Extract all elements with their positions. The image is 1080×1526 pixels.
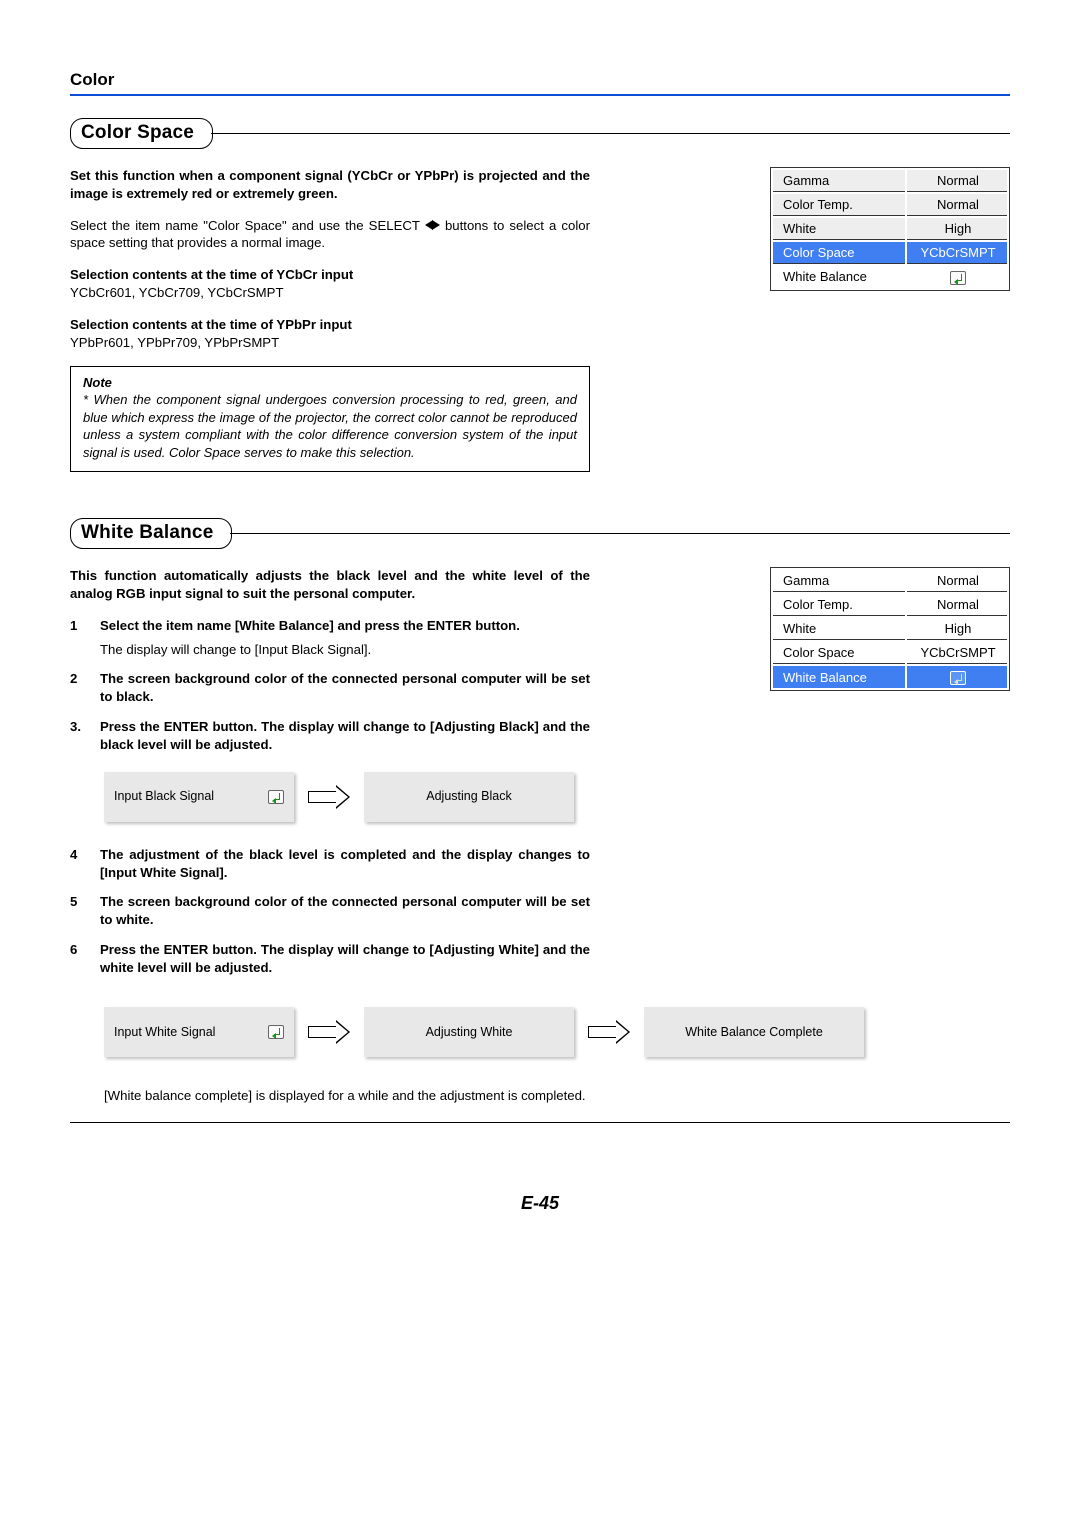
enter-icon	[950, 271, 966, 285]
adjusting-white-box: Adjusting White	[364, 1007, 574, 1057]
section-header-color-space: Color Space	[70, 118, 1010, 149]
menu-row: Color SpaceYCbCrSMPT	[773, 642, 1007, 664]
white-balance-complete-box: White Balance Complete	[644, 1007, 864, 1057]
section-line	[230, 533, 1010, 534]
section-header-white-balance: White Balance	[70, 518, 1010, 549]
intro-2: Select the item name "Color Space" and u…	[70, 217, 590, 253]
sel1-title: Selection contents at the time of YCbCr …	[70, 266, 590, 284]
menu-row: Color Temp.Normal	[773, 194, 1007, 216]
input-black-box: Input Black Signal	[104, 772, 294, 822]
menu-row: Color Temp.Normal	[773, 594, 1007, 616]
step-item: 4 The adjustment of the black level is c…	[70, 846, 590, 882]
closing-text: [White balance complete] is displayed fo…	[104, 1087, 664, 1105]
sel2-body: YPbPr601, YPbPr709, YPbPrSMPT	[70, 334, 590, 352]
note-box: Note * When the component signal undergo…	[70, 366, 590, 473]
step-item: 5 The screen background color of the con…	[70, 893, 590, 929]
menu-row: WhiteHigh	[773, 618, 1007, 640]
input-white-box: Input White Signal	[104, 1007, 294, 1057]
step-sub: The display will change to [Input Black …	[100, 641, 590, 659]
step-item: 3. Press the ENTER button. The display w…	[70, 718, 590, 754]
blue-divider	[70, 94, 1010, 96]
menu-table-1: GammaNormal Color Temp.Normal WhiteHigh …	[770, 167, 1010, 291]
footer-rule	[70, 1122, 1010, 1123]
section-pill: White Balance	[70, 518, 232, 549]
menu-row: GammaNormal	[773, 570, 1007, 592]
menu-row: White Balance	[773, 266, 1007, 288]
enter-icon	[268, 790, 284, 804]
section-pill: Color Space	[70, 118, 213, 149]
menu-row-selected: Color SpaceYCbCrSMPT	[773, 242, 1007, 264]
wb-intro: This function automatically adjusts the …	[70, 567, 590, 603]
step-item: 6 Press the ENTER button. The display wi…	[70, 941, 590, 977]
step-item: 2 The screen background color of the con…	[70, 670, 590, 706]
step-item: 1 Select the item name [White Balance] a…	[70, 617, 590, 659]
diagram-row-black: Input Black Signal Adjusting Black	[104, 772, 590, 822]
sel2-title: Selection contents at the time of YPbPr …	[70, 316, 590, 334]
section2-body: This function automatically adjusts the …	[70, 567, 590, 988]
page-number: E-45	[70, 1193, 1010, 1214]
sel1-body: YCbCr601, YCbCr709, YCbCrSMPT	[70, 284, 590, 302]
enter-icon	[268, 1025, 284, 1039]
intro-bold: Set this function when a component signa…	[70, 167, 590, 203]
box-label: Input White Signal	[114, 1025, 215, 1039]
menu-row: WhiteHigh	[773, 218, 1007, 240]
menu-row: GammaNormal	[773, 170, 1007, 192]
note-label: Note	[83, 374, 577, 392]
steps-list-1: 1 Select the item name [White Balance] a…	[70, 617, 590, 754]
triangle-right-icon	[432, 220, 440, 230]
note-body: * When the component signal undergoes co…	[83, 391, 577, 461]
enter-icon	[950, 671, 966, 685]
box-label: Input Black Signal	[114, 788, 214, 805]
menu-row-selected: White Balance	[773, 666, 1007, 688]
arrow-right-icon	[588, 1020, 630, 1044]
adjusting-black-box: Adjusting Black	[364, 772, 574, 822]
section1-body: Set this function when a component signa…	[70, 167, 590, 472]
steps-list-2: 4 The adjustment of the black level is c…	[70, 846, 590, 977]
diagram-row-white: Input White Signal Adjusting White White…	[104, 1007, 1010, 1057]
intro-2a: Select the item name "Color Space" and u…	[70, 218, 425, 233]
arrow-right-icon	[308, 785, 350, 809]
menu-table-2: GammaNormal Color Temp.Normal WhiteHigh …	[770, 567, 1010, 691]
arrow-right-icon	[308, 1020, 350, 1044]
section-line	[211, 133, 1010, 134]
page-title: Color	[70, 70, 1010, 90]
